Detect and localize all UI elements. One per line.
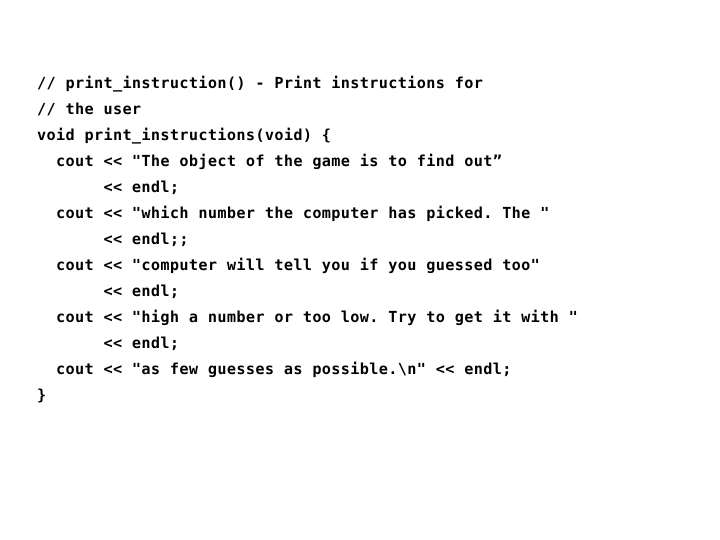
code-line: cout << "high a number or too low. Try t… [37,308,579,326]
code-line: << endl; [37,282,180,300]
code-line: void print_instructions(void) { [37,126,332,144]
slide-canvas: // print_instruction() - Print instructi… [0,0,720,540]
code-line: cout << "which number the computer has p… [37,204,550,222]
code-line: << endl; [37,178,180,196]
code-line: // print_instruction() - Print instructi… [37,74,484,92]
code-block: // print_instruction() - Print instructi… [37,70,713,408]
code-line: } [37,386,47,404]
code-line: << endl; [37,334,180,352]
code-line: cout << "The object of the game is to fi… [37,152,503,170]
code-line: // the user [37,100,142,118]
code-line: cout << "as few guesses as possible.\n" … [37,360,512,378]
code-line: << endl;; [37,230,189,248]
code-line: cout << "computer will tell you if you g… [37,256,541,274]
